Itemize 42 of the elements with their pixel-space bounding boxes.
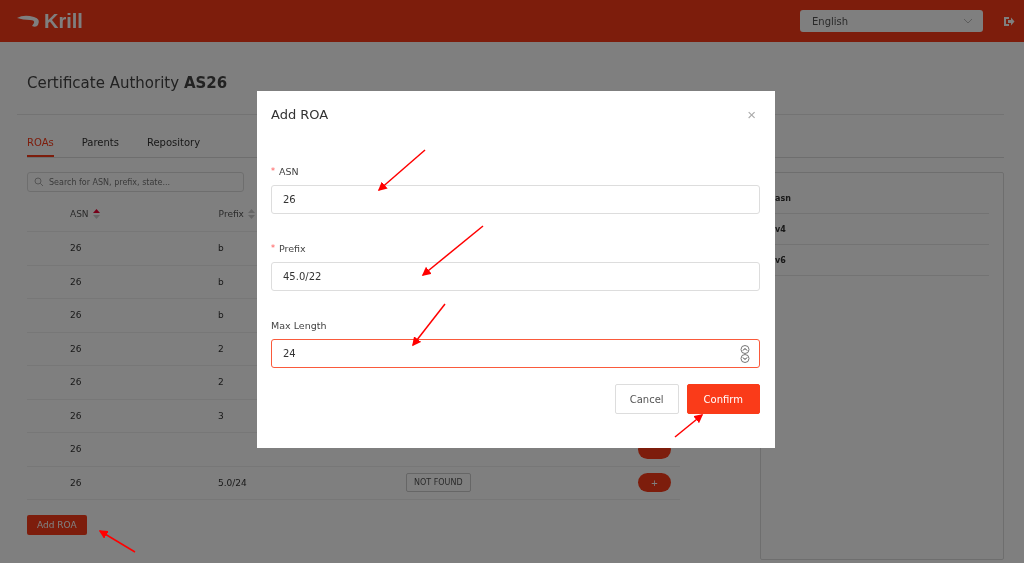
add-roa-button[interactable]: Add ROA <box>27 515 87 535</box>
field-label: Prefix <box>279 242 306 254</box>
input-field[interactable]: 45.0/22 <box>271 262 760 291</box>
table-cell-text: 26 <box>70 444 83 455</box>
tab[interactable]: ROAs <box>27 137 54 157</box>
page-title: Certificate Authority AS26 <box>27 74 229 94</box>
status-tag: NOT FOUND <box>406 473 471 493</box>
field-label: Max Length <box>271 319 327 331</box>
table-cell-text: 26 <box>70 410 83 421</box>
required-mark: * <box>271 166 275 176</box>
table-cell: b <box>218 276 224 287</box>
dialog-title: Add ROA <box>271 106 329 122</box>
tab[interactable]: Repository <box>146 137 201 157</box>
required-mark: * <box>271 243 275 253</box>
table-cell-text: 26 <box>70 276 83 287</box>
column-header[interactable]: Prefix <box>218 208 244 219</box>
confirm-button[interactable]: Confirm <box>686 384 760 414</box>
field-label: ASN <box>279 165 299 177</box>
column-header[interactable]: ASN <box>70 208 89 219</box>
table-cell-text: 26 <box>70 377 83 388</box>
table-cell: 3 <box>218 410 224 421</box>
cancel-button[interactable]: Cancel <box>614 384 679 414</box>
table-cell-text: 26 <box>70 343 83 354</box>
language-select[interactable]: English <box>800 10 983 32</box>
info-label: v4 <box>775 224 786 234</box>
table-cell-text: 26 <box>70 243 83 254</box>
table-cell: 2 <box>218 377 224 388</box>
table-cell-text: 26 <box>70 310 83 321</box>
info-label: v6 <box>775 255 786 265</box>
table-cell: b <box>218 310 224 321</box>
close-button[interactable]: × <box>743 105 760 123</box>
info-label: asn <box>775 193 791 203</box>
input-field[interactable]: 24 <box>271 339 760 368</box>
table-cell: 2 <box>218 343 224 354</box>
add-button[interactable]: + <box>638 473 671 493</box>
tab[interactable]: Parents <box>81 137 119 157</box>
search-field[interactable]: Search for ASN, prefix, state... <box>27 172 244 192</box>
table-cell: 5.0/24 <box>218 477 247 488</box>
input-field[interactable]: 26 <box>271 185 760 214</box>
logo-text: Krill <box>44 9 83 33</box>
table-cell-text: 26 <box>70 477 83 488</box>
table-cell: b <box>218 243 224 254</box>
